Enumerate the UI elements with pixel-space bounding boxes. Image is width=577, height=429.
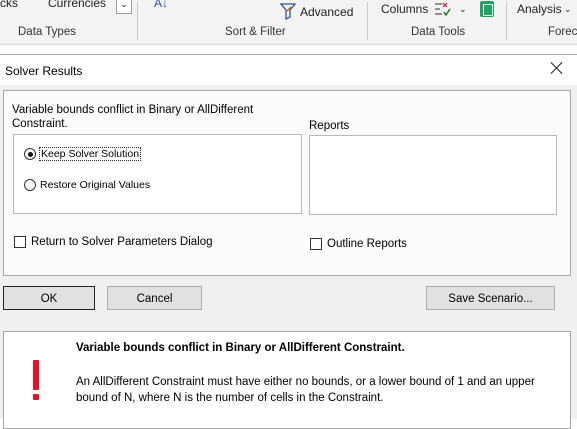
- reports-label: Reports: [309, 120, 350, 132]
- close-icon[interactable]: [550, 61, 564, 75]
- outline-reports-label[interactable]: Outline Reports: [327, 238, 407, 250]
- what-if-analysis-button[interactable]: Analysis: [517, 2, 562, 16]
- ribbon-separator: [137, 2, 138, 40]
- dialog-title: Solver Results: [5, 64, 83, 78]
- exclamation-icon: [32, 360, 40, 400]
- text-to-columns-button[interactable]: Columns: [381, 2, 428, 16]
- error-title: Variable bounds conflict in Binary or Al…: [76, 342, 405, 354]
- advanced-filter-button[interactable]: Advanced: [300, 5, 353, 19]
- data-model-icon[interactable]: [480, 1, 494, 17]
- filter-advanced-icon[interactable]: [280, 2, 296, 20]
- solution-options-group: Keep Solver Solution Restore Original Va…: [13, 134, 302, 214]
- keep-solution-label[interactable]: Keep Solver Solution: [38, 147, 142, 161]
- data-tools-group-label: Data Tools: [411, 26, 466, 38]
- data-validation-dropdown-icon[interactable]: ⌄: [459, 4, 467, 15]
- analysis-dropdown-icon[interactable]: ⌄: [564, 4, 572, 15]
- solver-results-dialog: Solver Results Variable bounds conflict …: [0, 54, 577, 429]
- sort-az-icon[interactable]: A↓: [154, 0, 168, 10]
- sort-filter-group-label: Sort & Filter: [225, 26, 286, 38]
- error-description: An AllDifferent Constraint must have eit…: [76, 376, 535, 404]
- reports-listbox[interactable]: [309, 135, 557, 215]
- ribbon-currencies-item[interactable]: Currencies: [48, 0, 106, 10]
- return-to-parameters-label[interactable]: Return to Solver Parameters Dialog: [31, 236, 213, 248]
- restore-values-label[interactable]: Restore Original Values: [40, 179, 150, 191]
- save-scenario-button[interactable]: Save Scenario...: [426, 286, 555, 310]
- error-info-panel: Variable bounds conflict in Binary or Al…: [3, 331, 571, 429]
- data-types-dropdown-icon[interactable]: ⌄: [116, 0, 132, 14]
- results-panel: Variable bounds conflict in Binary or Al…: [3, 90, 571, 276]
- return-to-parameters-checkbox[interactable]: [14, 236, 26, 248]
- forecast-group-label: Forec: [548, 26, 577, 38]
- outline-reports-checkbox[interactable]: [310, 238, 322, 250]
- ribbon-stocks-item[interactable]: cks: [0, 0, 18, 10]
- cancel-button[interactable]: Cancel: [107, 286, 202, 310]
- ribbon-separator: [506, 2, 507, 40]
- dialog-titlebar: Solver Results: [0, 55, 577, 85]
- excel-ribbon: cks Currencies ⌄ Data Types A↓ Advanced …: [0, 0, 577, 45]
- data-types-group-label: Data Types: [18, 26, 76, 38]
- keep-solution-text: Keep Solver Solution: [38, 147, 142, 161]
- result-message: Variable bounds conflict in Binary or Al…: [12, 104, 254, 130]
- ok-button[interactable]: OK: [3, 286, 95, 310]
- flash-fill-icon[interactable]: [433, 0, 455, 20]
- ribbon-separator: [367, 2, 368, 40]
- restore-values-radio[interactable]: [24, 179, 36, 191]
- keep-solution-radio[interactable]: [24, 148, 36, 160]
